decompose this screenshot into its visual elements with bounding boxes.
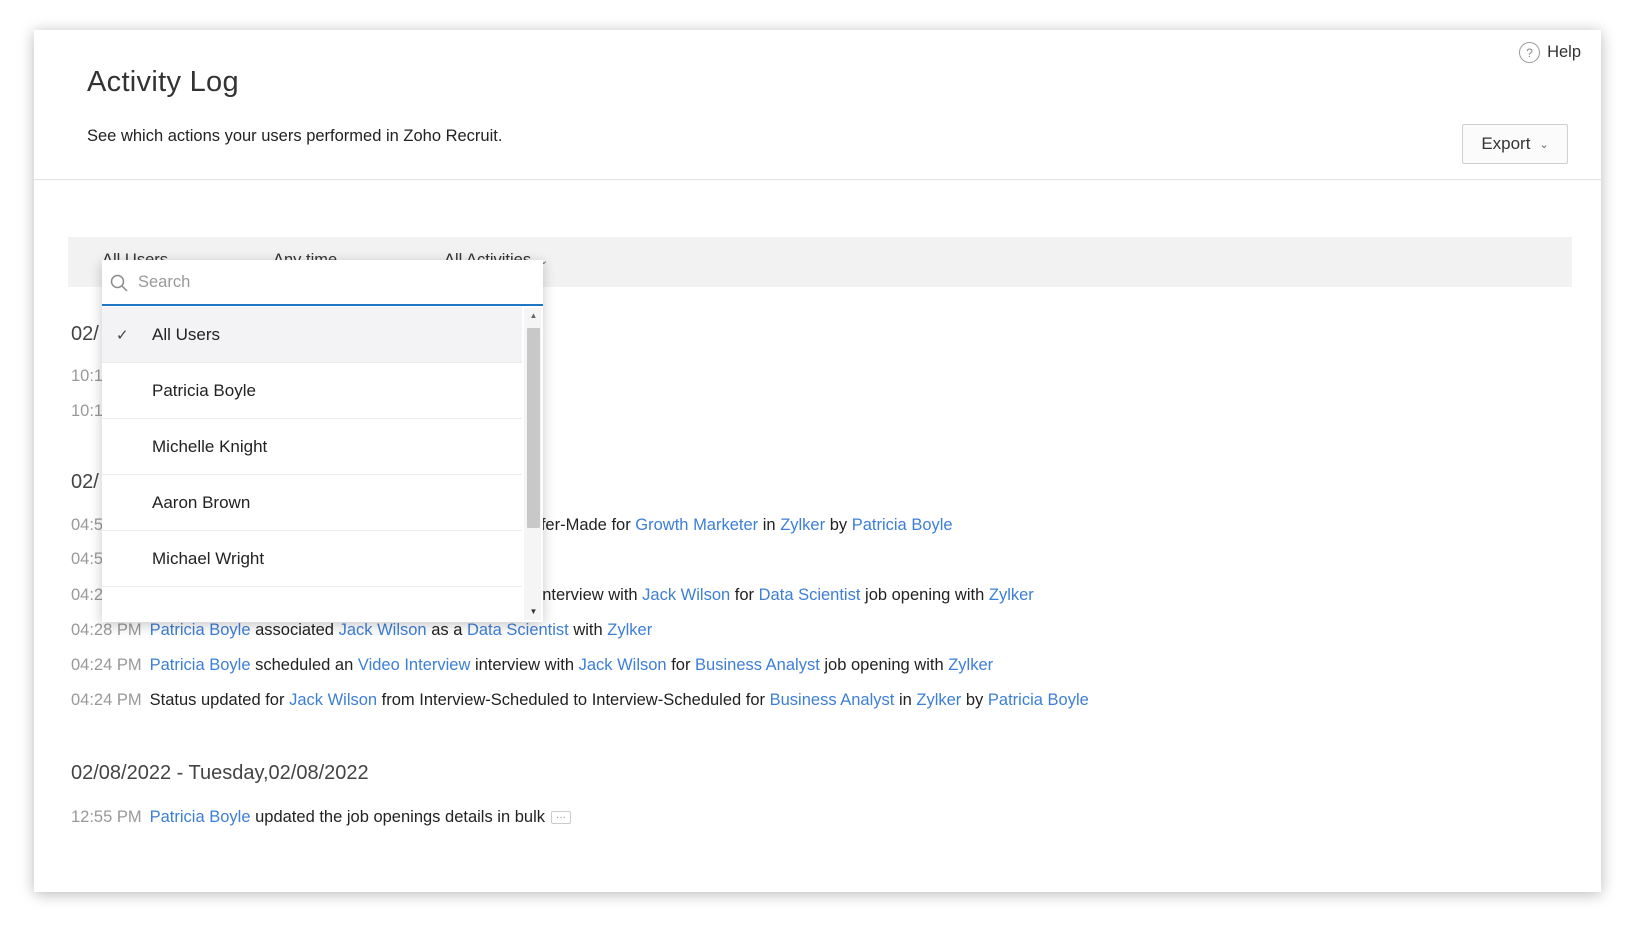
activity-text: in xyxy=(894,691,917,709)
dropdown-item[interactable]: ✓ All Users xyxy=(102,307,522,363)
user-link[interactable]: Patricia Boyle xyxy=(852,516,953,534)
activity-time: 04:28 PM xyxy=(71,621,142,639)
search-icon xyxy=(110,274,128,292)
activity-text: for xyxy=(730,586,759,604)
activity-time: 10:1 xyxy=(71,402,104,420)
more-icon[interactable]: ··· xyxy=(551,811,571,825)
activity-text: interview with xyxy=(533,586,643,604)
activity-text: in xyxy=(758,516,781,534)
dropdown-item-label: Patricia Boyle xyxy=(152,380,256,400)
candidate-link[interactable]: Jack Wilson xyxy=(642,586,730,604)
dropdown-scrollbar[interactable]: ▲ ▼ xyxy=(524,308,541,620)
candidate-link[interactable]: Jack Wilson xyxy=(579,656,667,674)
activity-time: 04:24 PM xyxy=(71,691,142,709)
user-link[interactable]: Patricia Boyle xyxy=(988,691,1089,709)
client-link[interactable]: Zylker xyxy=(607,621,652,639)
dropdown-item[interactable]: Aaron Brown xyxy=(102,475,522,531)
activity-text: for xyxy=(666,656,696,674)
dropdown-item[interactable]: Michael Wright xyxy=(102,531,522,587)
date-heading: 02/ xyxy=(71,323,99,345)
activity-text: associated xyxy=(250,621,339,639)
activity-text: job opening with xyxy=(860,586,989,604)
user-link[interactable]: Patricia Boyle xyxy=(150,808,251,826)
dropdown-item[interactable]: Patricia Boyle xyxy=(102,363,522,419)
candidate-link[interactable]: Jack Wilson xyxy=(339,621,427,639)
user-link[interactable]: Patricia Boyle xyxy=(150,621,251,639)
client-link[interactable]: Zylker xyxy=(780,516,825,534)
candidate-link[interactable]: Jack Wilson xyxy=(289,691,377,709)
date-heading: 02/08/2022 - Tuesday,02/08/2022 xyxy=(71,762,369,784)
activity-time: 04:24 PM xyxy=(71,656,142,674)
client-link[interactable]: Zylker xyxy=(989,586,1034,604)
activity-text: interview with xyxy=(470,656,579,674)
activity-text: as a xyxy=(426,621,467,639)
dropdown-item-label: Michael Wright xyxy=(152,548,265,568)
activity-time: 04:5 xyxy=(71,516,104,534)
activity-time: 04:5 xyxy=(71,550,104,568)
scrollbar-thumb[interactable] xyxy=(527,328,540,528)
dropdown-item-label: Aaron Brown xyxy=(152,492,251,512)
scroll-up-icon[interactable]: ▲ xyxy=(527,310,540,322)
dropdown-item-label: All Users xyxy=(152,324,221,344)
client-link[interactable]: Zylker xyxy=(948,656,993,674)
users-dropdown: ✓ All Users Patricia Boyle Michelle Knig… xyxy=(102,260,543,622)
job-link[interactable]: Business Analyst xyxy=(770,691,895,709)
activity-time: 10:1 xyxy=(71,367,104,385)
check-icon: ✓ xyxy=(116,326,129,344)
activity-row: 04:28 PM Patricia Boyle associated Jack W… xyxy=(71,621,652,640)
activity-time: 04:2 xyxy=(71,586,104,604)
activity-text: updated the job openings details in bulk xyxy=(250,808,545,826)
date-heading: 02/ xyxy=(71,471,99,493)
job-link[interactable]: Growth Marketer xyxy=(635,516,758,534)
scroll-down-icon[interactable]: ▼ xyxy=(527,606,540,618)
client-link[interactable]: Zylker xyxy=(916,691,961,709)
job-link[interactable]: Data Scientist xyxy=(467,621,569,639)
dropdown-search xyxy=(102,260,543,306)
activity-time: 12:55 PM xyxy=(71,808,142,826)
activity-text: by xyxy=(825,516,852,534)
activity-log-card: Activity Log See which actions your user… xyxy=(34,30,1601,892)
job-link[interactable]: Business Analyst xyxy=(695,656,820,674)
dropdown-item[interactable]: Michelle Knight xyxy=(102,419,522,475)
activity-text: by xyxy=(961,691,988,709)
user-link[interactable]: Patricia Boyle xyxy=(150,656,251,674)
interview-link[interactable]: Video Interview xyxy=(358,656,471,674)
activity-text: scheduled an xyxy=(250,656,358,674)
activity-text: with xyxy=(568,621,608,639)
dropdown-item-label: Michelle Knight xyxy=(152,436,268,456)
search-input[interactable] xyxy=(136,271,520,293)
activity-text: Status updated for xyxy=(149,691,290,709)
activity-row: 04:24 PM Patricia Boyle scheduled an Vide… xyxy=(71,656,993,675)
activity-row: 04:24 PM Status updated for Jack Wilson f… xyxy=(71,691,1089,710)
dropdown-list: ✓ All Users Patricia Boyle Michelle Knig… xyxy=(102,307,522,622)
activity-row: 12:55 PM Patricia Boyle updated the job o… xyxy=(71,808,571,827)
activity-text: job opening with xyxy=(819,656,949,674)
job-link[interactable]: Data Scientist xyxy=(759,586,861,604)
activity-text: from Interview-Scheduled to Interview-Sc… xyxy=(377,691,770,709)
